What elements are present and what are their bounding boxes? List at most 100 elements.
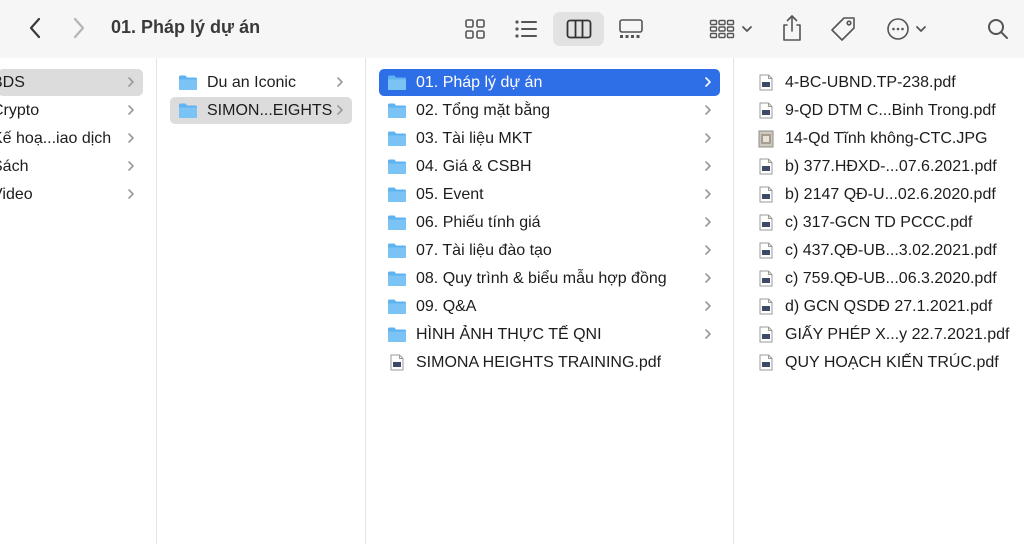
file-item-c-317-gcn-td-pccc-pdf[interactable]: c) 317-GCN TD PCCC.pdf: [752, 209, 1022, 236]
folder-icon: [388, 103, 406, 118]
column-sidebar-folders[interactable]: BDS Crypto Kế hoạ...iao dịch Sách Video: [0, 58, 157, 544]
item-label: 14-Qd Tĩnh không-CTC.JPG: [785, 129, 988, 147]
folder-item-06-phieu-tinh-gia[interactable]: 06. Phiếu tính giá: [379, 209, 720, 236]
folder-item-bds[interactable]: BDS: [0, 69, 143, 96]
folder-item-ke-hoa-iao-dich[interactable]: Kế hoạ...iao dịch: [0, 125, 143, 152]
file-item-d-gcn-qsdd-27-1-2021-pdf[interactable]: d) GCN QSDĐ 27.1.2021.pdf: [752, 293, 1022, 320]
columns-icon: [566, 19, 591, 39]
chevron-right-icon: [705, 161, 711, 171]
item-label: Video: [0, 185, 33, 203]
more-actions-button[interactable]: [882, 15, 930, 43]
column-view-button[interactable]: [553, 12, 604, 46]
toolbar: 01. Pháp lý dự án: [0, 0, 1024, 58]
item-label: SIMONA HEIGHTS TRAINING.pdf: [416, 353, 662, 371]
item-label: c) 317-GCN TD PCCC.pdf: [785, 213, 973, 231]
file-item-b-377-hdxd-07-6-2021-pdf[interactable]: b) 377.HĐXD-...07.6.2021.pdf: [752, 153, 1022, 180]
folder-item-08-quy-trinh-bieu-mau-hop-dong[interactable]: 08. Quy trình & biểu mẫu hợp đồng: [379, 265, 720, 292]
file-item-quy-hoach-kien-truc-pdf[interactable]: QUY HOẠCH KIẾN TRÚC.pdf: [752, 349, 1022, 376]
chevron-right-icon: [73, 17, 85, 39]
tag-button[interactable]: [828, 14, 858, 44]
forward-button[interactable]: [66, 14, 92, 42]
window-title: 01. Pháp lý dự án: [111, 17, 261, 37]
image-file-icon: [758, 130, 774, 147]
column-phap-ly-du-an[interactable]: 4-BC-UBND.TP-238.pdf 9-QD DTM C...Binh Tr…: [734, 58, 1024, 544]
folder-icon: [388, 75, 406, 90]
search-button[interactable]: [984, 15, 1012, 43]
folder-item-video[interactable]: Video: [0, 181, 143, 208]
pdf-file-icon: [759, 298, 773, 315]
list-view-button[interactable]: [512, 16, 540, 42]
folder-item-sach[interactable]: Sách: [0, 153, 143, 180]
folder-item-02-tong-mat-bang[interactable]: 02. Tổng mặt bằng: [379, 97, 720, 124]
folder-icon: [179, 103, 197, 118]
item-label: 09. Q&A: [416, 297, 477, 315]
chevron-down-icon: [742, 26, 752, 32]
folder-icon: [388, 299, 406, 314]
folder-icon: [388, 271, 406, 286]
folder-item-hinh-anh-thuc-te-qni[interactable]: HÌNH ẢNH THỰC TẾ QNI: [379, 321, 720, 348]
column-bds[interactable]: Du an Iconic SIMON...EIGHTS: [157, 58, 366, 544]
folder-item-03-tai-lieu-mkt[interactable]: 03. Tài liệu MKT: [379, 125, 720, 152]
chevron-left-icon: [29, 17, 41, 39]
item-label: 02. Tổng mặt bằng: [416, 101, 551, 119]
chevron-right-icon: [705, 301, 711, 311]
item-label: 01. Pháp lý dự án: [416, 73, 543, 91]
folder-icon: [388, 131, 406, 146]
folder-item-simon-eights[interactable]: SIMON...EIGHTS: [170, 97, 352, 124]
chevron-right-icon: [128, 105, 134, 115]
chevron-right-icon: [705, 77, 711, 87]
item-label: 9-QD DTM C...Binh Trong.pdf: [785, 101, 996, 119]
back-button[interactable]: [22, 14, 48, 42]
item-label: Du an Iconic: [207, 73, 296, 91]
grid-icon: [465, 19, 485, 39]
folder-item-01-phap-ly-du-an[interactable]: 01. Pháp lý dự án: [379, 69, 720, 96]
folder-icon: [388, 243, 406, 258]
folder-item-07-tai-lieu-dao-tao[interactable]: 07. Tài liệu đào tạo: [379, 237, 720, 264]
folder-icon: [388, 215, 406, 230]
file-item-9-qd-dtm-c-binh-trong-pdf[interactable]: 9-QD DTM C...Binh Trong.pdf: [752, 97, 1022, 124]
folder-item-04-gia-csbh[interactable]: 04. Giá & CSBH: [379, 153, 720, 180]
pdf-file-icon: [759, 270, 773, 287]
folder-icon: [388, 159, 406, 174]
folder-icon: [388, 327, 406, 342]
folder-item-05-event[interactable]: 05. Event: [379, 181, 720, 208]
tag-icon: [831, 17, 855, 41]
file-item-c-759-qd-ub-06-3-2020-pdf[interactable]: c) 759.QĐ-UB...06.3.2020.pdf: [752, 265, 1022, 292]
file-item-giay-phep-x-y-22-7-2021-pdf[interactable]: GIẤY PHÉP X...y 22.7.2021.pdf: [752, 321, 1022, 348]
gallery-icon: [619, 19, 643, 38]
group-icon: [709, 19, 735, 39]
item-label: QUY HOẠCH KIẾN TRÚC.pdf: [785, 353, 999, 371]
item-label: 06. Phiếu tính giá: [416, 213, 541, 231]
pdf-file-icon: [759, 354, 773, 371]
icon-view-button[interactable]: [462, 16, 488, 42]
item-label: 03. Tài liệu MKT: [416, 129, 533, 147]
folder-item-crypto[interactable]: Crypto: [0, 97, 143, 124]
pdf-file-icon: [759, 102, 773, 119]
more-icon: [886, 18, 909, 40]
pdf-file-icon: [759, 186, 773, 203]
folder-icon: [388, 187, 406, 202]
item-label: d) GCN QSDĐ 27.1.2021.pdf: [785, 297, 993, 315]
chevron-right-icon: [128, 161, 134, 171]
item-label: 05. Event: [416, 185, 484, 203]
share-button[interactable]: [779, 12, 805, 44]
pdf-file-icon: [390, 354, 404, 371]
file-item-c-437-qd-ub-3-02-2021-pdf[interactable]: c) 437.QĐ-UB...3.02.2021.pdf: [752, 237, 1022, 264]
item-label: b) 377.HĐXD-...07.6.2021.pdf: [785, 157, 997, 175]
group-by-button[interactable]: [706, 16, 756, 42]
item-label: GIẤY PHÉP X...y 22.7.2021.pdf: [785, 325, 1010, 343]
file-item-4-bc-ubnd-tp-238-pdf[interactable]: 4-BC-UBND.TP-238.pdf: [752, 69, 1022, 96]
item-label: 08. Quy trình & biểu mẫu hợp đồng: [416, 269, 667, 287]
file-item-b-2147-qd-u-02-6-2020-pdf[interactable]: b) 2147 QĐ-U...02.6.2020.pdf: [752, 181, 1022, 208]
folder-item-du-an-iconic[interactable]: Du an Iconic: [170, 69, 352, 96]
list-icon: [515, 20, 537, 38]
file-item-14-qd-tinh-khong-ctc-jpg[interactable]: 14-Qd Tĩnh không-CTC.JPG: [752, 125, 1022, 152]
file-item-simona-heights-training-pdf[interactable]: SIMONA HEIGHTS TRAINING.pdf: [379, 349, 720, 376]
item-label: 4-BC-UBND.TP-238.pdf: [785, 73, 956, 91]
chevron-right-icon: [705, 245, 711, 255]
chevron-right-icon: [705, 105, 711, 115]
search-icon: [988, 19, 1008, 39]
column-simona-heights[interactable]: 01. Pháp lý dự án 02. Tổng mặt bằng 03. Tà…: [366, 58, 734, 544]
gallery-view-button[interactable]: [616, 16, 646, 42]
folder-item-09-q-a[interactable]: 09. Q&A: [379, 293, 720, 320]
